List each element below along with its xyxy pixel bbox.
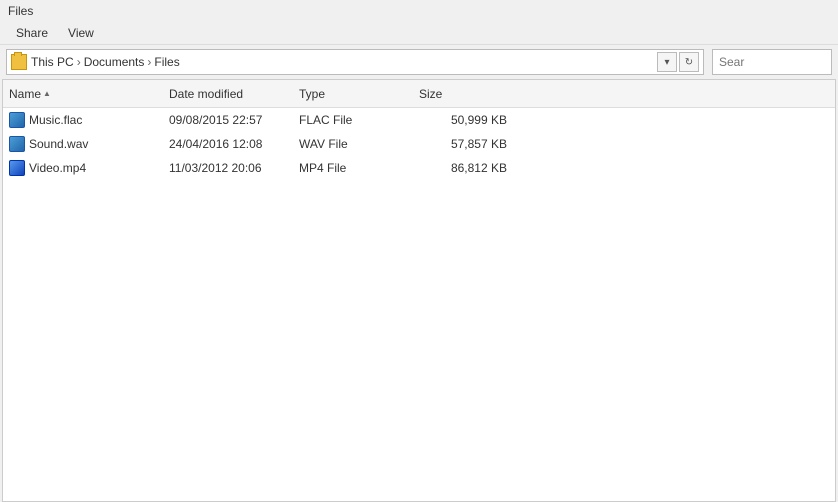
col-header-size[interactable]: Size <box>413 87 513 101</box>
column-headers: Name ▲ Date modified Type Size <box>3 80 835 108</box>
path-files: Files <box>154 55 179 69</box>
wav-file-icon <box>9 136 25 152</box>
sep-1: › <box>77 55 81 69</box>
path-thispc: This PC <box>31 55 74 69</box>
table-row[interactable]: Video.mp4 11/03/2012 20:06 MP4 File 86,8… <box>3 156 835 180</box>
file-type: WAV File <box>299 137 348 151</box>
file-name-cell: Music.flac <box>3 112 163 128</box>
menu-bar: Share View <box>0 22 838 45</box>
col-header-name[interactable]: Name ▲ <box>3 87 163 101</box>
file-size: 50,999 KB <box>451 113 507 127</box>
col-header-type[interactable]: Type <box>293 87 413 101</box>
menu-share[interactable]: Share <box>8 24 56 42</box>
file-type: MP4 File <box>299 161 346 175</box>
file-name-cell: Sound.wav <box>3 136 163 152</box>
flac-file-icon <box>9 112 25 128</box>
file-name: Sound.wav <box>29 137 88 151</box>
table-row[interactable]: Sound.wav 24/04/2016 12:08 WAV File 57,8… <box>3 132 835 156</box>
file-size-cell: 86,812 KB <box>413 161 513 175</box>
sort-arrow-name: ▲ <box>43 89 51 98</box>
file-date: 24/04/2016 12:08 <box>169 137 262 151</box>
file-explorer-window: Files Share View This PC › Documents › F… <box>0 0 838 502</box>
address-refresh-btn[interactable]: ↻ <box>679 52 699 72</box>
file-name: Music.flac <box>29 113 82 127</box>
window-title: Files <box>8 4 33 18</box>
path-documents: Documents <box>84 55 145 69</box>
file-name-cell: Video.mp4 <box>3 160 163 176</box>
file-size: 86,812 KB <box>451 161 507 175</box>
address-dropdown-btn[interactable]: ▾ <box>657 52 677 72</box>
address-path: This PC › Documents › Files <box>31 55 657 69</box>
file-size: 57,857 KB <box>451 137 507 151</box>
file-type: FLAC File <box>299 113 352 127</box>
file-date: 11/03/2012 20:06 <box>169 161 262 175</box>
address-bar[interactable]: This PC › Documents › Files ▾ ↻ <box>6 49 704 75</box>
menu-view[interactable]: View <box>60 24 102 42</box>
file-size-cell: 50,999 KB <box>413 113 513 127</box>
file-size-cell: 57,857 KB <box>413 137 513 151</box>
file-date: 09/08/2015 22:57 <box>169 113 262 127</box>
col-header-date[interactable]: Date modified <box>163 87 293 101</box>
address-row: This PC › Documents › Files ▾ ↻ <box>0 45 838 79</box>
file-type-cell: MP4 File <box>293 161 413 175</box>
sep-2: › <box>147 55 151 69</box>
file-date-cell: 24/04/2016 12:08 <box>163 137 293 151</box>
file-name: Video.mp4 <box>29 161 86 175</box>
file-date-cell: 11/03/2012 20:06 <box>163 161 293 175</box>
mp4-file-icon <box>9 160 25 176</box>
file-date-cell: 09/08/2015 22:57 <box>163 113 293 127</box>
folder-icon <box>11 54 27 70</box>
title-bar: Files <box>0 0 838 22</box>
file-type-cell: FLAC File <box>293 113 413 127</box>
search-input[interactable] <box>712 49 832 75</box>
main-content: Name ▲ Date modified Type Size Music.fla… <box>2 79 836 502</box>
file-type-cell: WAV File <box>293 137 413 151</box>
file-list: Music.flac 09/08/2015 22:57 FLAC File 50… <box>3 108 835 501</box>
table-row[interactable]: Music.flac 09/08/2015 22:57 FLAC File 50… <box>3 108 835 132</box>
address-actions: ▾ ↻ <box>657 52 699 72</box>
